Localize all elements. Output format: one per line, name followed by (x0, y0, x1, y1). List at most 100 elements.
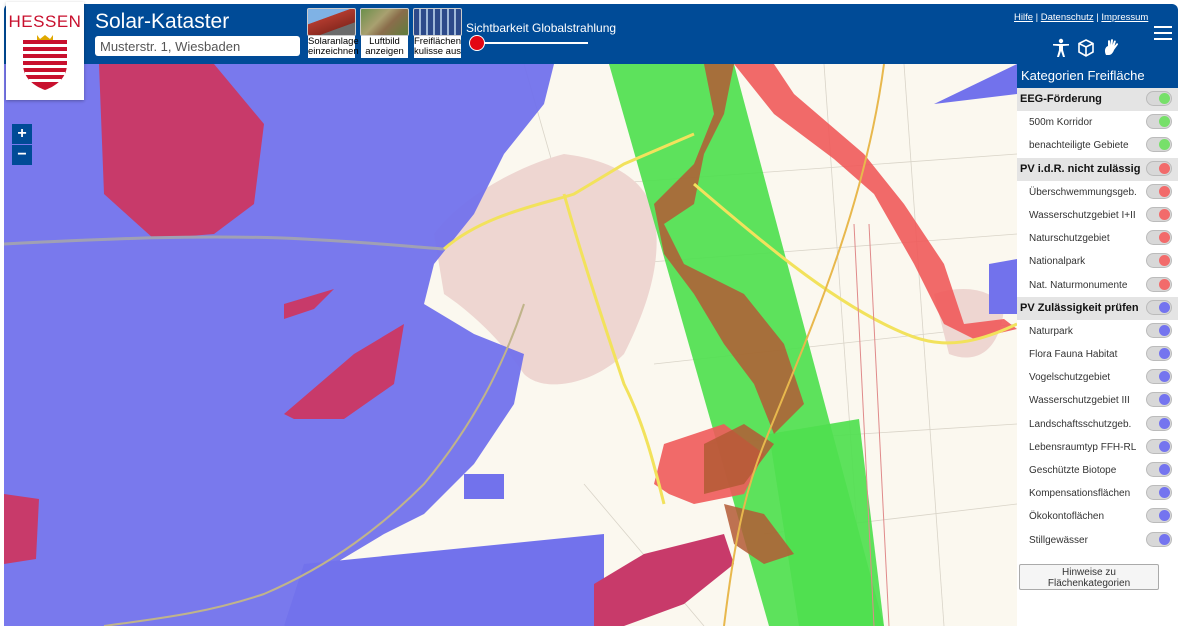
category-item: Vogelschutzgebiet (1017, 366, 1178, 389)
category-label: Ökokontoflächen (1029, 511, 1105, 523)
address-search-input[interactable] (95, 36, 300, 56)
category-toggle[interactable] (1146, 206, 1172, 222)
zoom-out-button[interactable]: − (12, 145, 32, 165)
open-space-layer-toggle-button[interactable]: Freiflächen kulisse aus (413, 8, 462, 60)
category-toggle[interactable] (1146, 230, 1172, 246)
logo-text: HESSEN (8, 12, 82, 31)
category-label: Überschwemmungsgeb. (1029, 186, 1137, 198)
category-item: Flora Fauna Habitat (1017, 343, 1178, 366)
toggle-knob (1159, 255, 1170, 267)
aerial-photo-thumbnail-icon (360, 8, 409, 36)
category-label: 500m Korridor (1029, 117, 1093, 129)
category-toggle[interactable] (1146, 322, 1172, 338)
category-toggle[interactable] (1146, 462, 1172, 477)
map-layers (4, 64, 1017, 626)
section-toggle[interactable] (1146, 91, 1172, 106)
category-label: Nationalpark (1029, 256, 1086, 268)
tool-label: anzeigen (365, 46, 404, 57)
toggle-knob (1159, 464, 1170, 475)
category-item: Naturschutzgebiet (1017, 227, 1178, 250)
category-toggle[interactable] (1146, 114, 1172, 130)
top-links: Hilfe | Datenschutz | Impressum (1014, 12, 1148, 23)
category-label: Vogelschutzgebiet (1029, 372, 1111, 384)
solar-field-thumbnail-icon (413, 8, 462, 36)
toggle-knob (1159, 371, 1170, 383)
category-label: Geschützte Biotope (1029, 465, 1117, 476)
category-toggle[interactable] (1146, 369, 1172, 385)
category-panel: Kategorien Freifläche EEG-Förderung 500m … (1017, 64, 1178, 626)
app-header: Solar-Kataster Solaranlageeinzeichnen Lu… (4, 4, 1178, 64)
category-item: Nat. Naturmonumente (1017, 274, 1178, 297)
map-canvas[interactable]: + − (4, 64, 1017, 626)
toggle-knob (1159, 394, 1170, 406)
section-label: EEG-Förderung (1020, 93, 1102, 105)
menu-icon[interactable] (1154, 26, 1172, 40)
toggle-knob (1159, 417, 1170, 429)
category-section-header: PV i.d.R. nicht zulässig (1017, 157, 1178, 181)
app-title: Solar-Kataster (95, 10, 230, 33)
hint-button-label: Flächenkategorien (1047, 578, 1131, 589)
category-toggle[interactable] (1146, 276, 1172, 292)
category-label: Flora Fauna Habitat (1029, 349, 1118, 361)
radiation-visibility-slider-handle[interactable] (469, 35, 485, 51)
privacy-link[interactable]: Datenschutz (1041, 12, 1094, 23)
category-toggle[interactable] (1146, 531, 1172, 547)
tool-label: kulisse aus (414, 46, 461, 57)
help-link[interactable]: Hilfe (1014, 12, 1033, 23)
draw-solar-tool-button[interactable]: Solaranlage einzeichnen (307, 8, 359, 60)
category-section-header: EEG-Förderung (1017, 88, 1178, 112)
easy-language-icon[interactable] (1076, 38, 1096, 58)
category-item: benachteiligte Gebiete (1017, 134, 1178, 157)
category-label: Stillgewässer (1029, 534, 1088, 546)
category-toggle[interactable] (1146, 415, 1172, 431)
section-toggle[interactable] (1146, 299, 1172, 315)
aerial-view-tool-button[interactable]: Luftbild anzeigen (360, 8, 409, 60)
toggle-knob (1159, 185, 1170, 197)
hessen-lion-shield-icon (23, 35, 67, 90)
category-item: Geschützte Biotope (1017, 459, 1178, 482)
toggle-knob (1159, 348, 1170, 360)
toggle-knob (1159, 301, 1170, 313)
category-label: Wasserschutzgebiet I+II (1029, 209, 1136, 221)
toggle-knob (1159, 278, 1170, 290)
category-item: Nationalpark (1017, 250, 1178, 273)
sign-language-icon[interactable] (1102, 38, 1122, 58)
category-item: Stillgewässer (1017, 529, 1178, 552)
link-separator: | (1033, 12, 1041, 23)
category-label: Naturpark (1029, 325, 1073, 337)
category-label: Nat. Naturmonumente (1029, 279, 1128, 291)
category-item: Wasserschutzgebiet I+II (1017, 204, 1178, 227)
section-toggle[interactable] (1146, 160, 1172, 176)
category-item: 500m Korridor (1017, 111, 1178, 134)
category-item: Kompensationsflächen (1017, 482, 1178, 505)
toggle-knob (1159, 208, 1170, 220)
category-hints-button[interactable]: Hinweise zu Flächenkategorien (1019, 564, 1159, 590)
category-item: Wasserschutzgebiet III (1017, 389, 1178, 412)
category-list: EEG-Förderung 500m Korridor benachteiligte… (1017, 88, 1178, 552)
toggle-knob (1159, 324, 1170, 336)
radiation-visibility-label: Sichtbarkeit Globalstrahlung (466, 21, 617, 35)
category-item: Überschwemmungsgeb. (1017, 181, 1178, 204)
toggle-knob (1159, 232, 1170, 244)
zoom-in-button[interactable]: + (12, 124, 32, 144)
section-label: PV i.d.R. nicht zulässig (1020, 162, 1141, 175)
accessibility-icon[interactable] (1050, 38, 1072, 58)
section-label: PV Zulässigkeit prüfen (1020, 301, 1139, 314)
category-label: Lebensraumtyp FFH-RL (1029, 441, 1137, 453)
imprint-link[interactable]: Impressum (1101, 12, 1148, 23)
radiation-visibility-slider[interactable] (476, 42, 588, 44)
category-label: Landschaftsschutzgeb. (1029, 418, 1132, 430)
category-section-header: PV Zulässigkeit prüfen (1017, 296, 1178, 320)
category-toggle[interactable] (1146, 438, 1172, 454)
category-toggle[interactable] (1146, 508, 1172, 524)
category-toggle[interactable] (1146, 183, 1172, 199)
category-toggle[interactable] (1146, 485, 1172, 501)
category-item: Naturpark (1017, 320, 1178, 343)
category-toggle[interactable] (1146, 253, 1172, 269)
tool-label: einzeichnen (308, 46, 359, 57)
category-toggle[interactable] (1146, 137, 1172, 153)
category-toggle[interactable] (1146, 392, 1172, 408)
category-item: Landschaftsschutzgeb. (1017, 413, 1178, 436)
category-toggle[interactable] (1146, 346, 1172, 362)
category-label: Wasserschutzgebiet III (1029, 395, 1130, 407)
